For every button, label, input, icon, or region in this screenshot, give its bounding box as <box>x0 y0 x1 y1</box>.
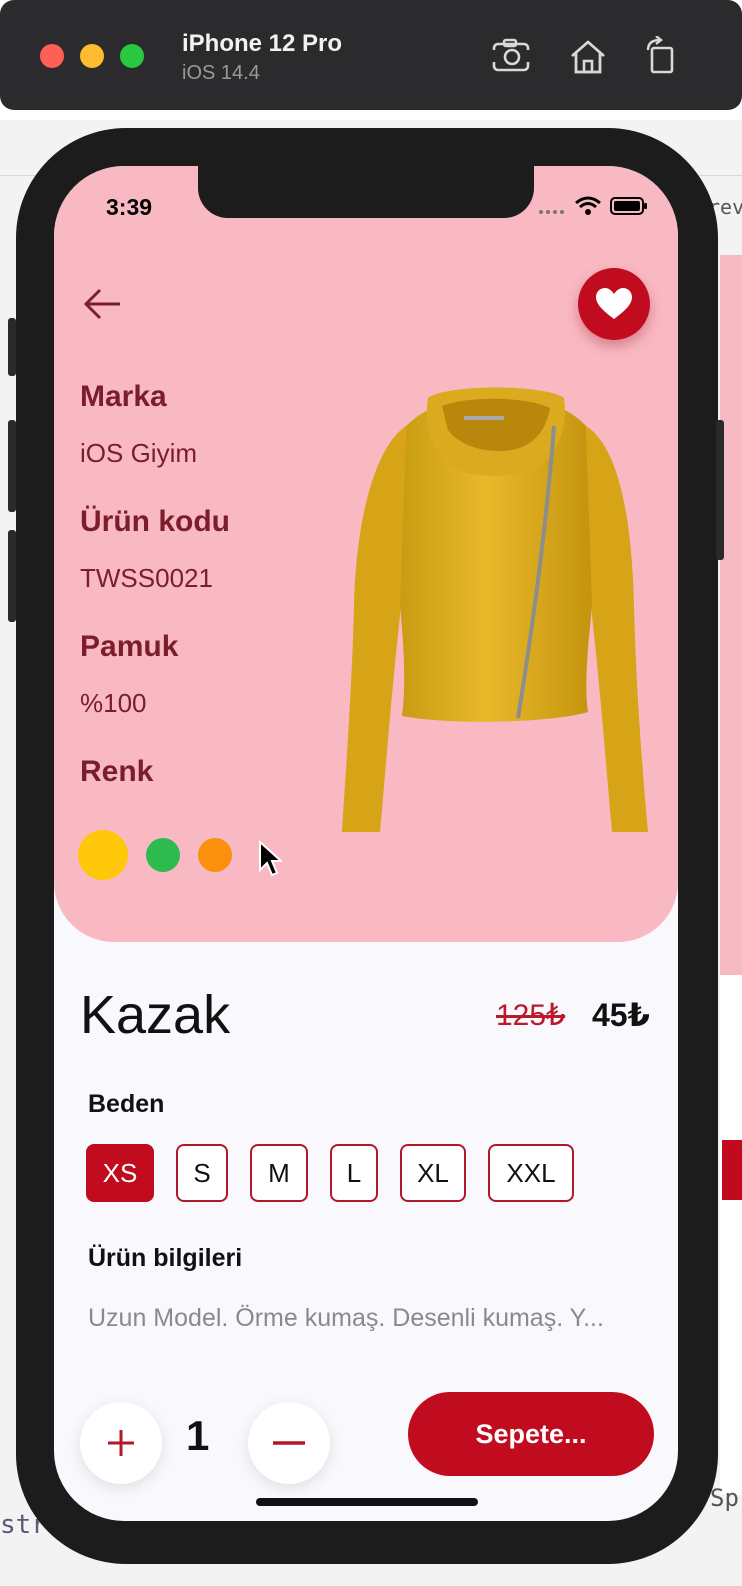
decrease-quantity-button[interactable] <box>248 1402 330 1484</box>
new-price: 45₺ <box>592 997 650 1033</box>
background-peek-bottom-text: Sp <box>710 1484 739 1512</box>
heart-icon <box>596 288 632 319</box>
volume-down-button <box>8 530 16 622</box>
os-version: iOS 14.4 <box>182 62 260 84</box>
spec-label-code: Ürün kodu <box>80 505 230 538</box>
size-button-m[interactable]: M <box>250 1144 308 1202</box>
status-time: 3:39 <box>106 194 153 220</box>
background-preview-pink <box>720 255 742 975</box>
minus-icon <box>273 1441 305 1445</box>
mute-switch <box>8 318 16 376</box>
signal-icon <box>539 210 564 214</box>
old-price: 125₺ <box>496 999 566 1032</box>
plus-icon <box>108 1430 134 1456</box>
add-to-cart-button[interactable]: Sepete... <box>408 1392 654 1476</box>
increase-quantity-button[interactable] <box>80 1402 162 1484</box>
home-indicator <box>256 1498 478 1506</box>
product-image <box>342 387 648 832</box>
spec-value-code: TWSS0021 <box>80 563 213 593</box>
rotate-icon[interactable] <box>640 36 684 76</box>
spec-value-cotton: %100 <box>80 688 147 718</box>
device-notch <box>198 166 534 218</box>
battery-icon <box>610 197 647 215</box>
spec-label-brand: Marka <box>80 380 167 413</box>
wifi-icon <box>575 196 601 215</box>
favorite-button[interactable] <box>578 268 650 340</box>
product-hero: 3:39 Marka iOS Giyim Ürün kodu TWSS0021 … <box>54 166 678 942</box>
app-screen: 3:39 Marka iOS Giyim Ürün kodu TWSS0021 … <box>54 166 678 1521</box>
mouse-cursor-icon <box>259 840 282 877</box>
zoom-window-button[interactable] <box>120 44 144 68</box>
back-arrow-icon[interactable] <box>80 284 124 324</box>
minimize-window-button[interactable] <box>80 44 104 68</box>
power-button <box>716 420 724 560</box>
spec-value-brand: iOS Giyim <box>80 438 197 468</box>
quantity-value: 1 <box>186 1412 210 1459</box>
size-button-xxl[interactable]: XXL <box>488 1144 574 1202</box>
color-swatch-orange[interactable] <box>198 838 232 872</box>
color-label: Renk <box>80 755 154 788</box>
product-title: Kazak <box>80 985 231 1045</box>
size-label: Beden <box>88 1090 165 1118</box>
color-swatch-yellow[interactable] <box>78 830 128 880</box>
home-icon[interactable] <box>566 36 610 76</box>
color-swatch-green[interactable] <box>146 838 180 872</box>
volume-up-button <box>8 420 16 512</box>
screenshot-icon[interactable] <box>490 36 534 76</box>
size-button-l[interactable]: L <box>330 1144 378 1202</box>
size-button-xs[interactable]: XS <box>86 1144 154 1202</box>
simulator-titlebar: iPhone 12 Pro iOS 14.4 <box>0 0 742 110</box>
product-description: Uzun Model. Örme kumaş. Desenli kumaş. Y… <box>88 1304 604 1332</box>
background-preview-red <box>722 1140 742 1200</box>
size-button-xl[interactable]: XL <box>400 1144 466 1202</box>
device-name: iPhone 12 Pro <box>182 30 343 57</box>
spec-label-cotton: Pamuk <box>80 630 179 663</box>
product-info-label: Ürün bilgileri <box>88 1244 243 1272</box>
size-button-s[interactable]: S <box>176 1144 228 1202</box>
close-window-button[interactable] <box>40 44 64 68</box>
